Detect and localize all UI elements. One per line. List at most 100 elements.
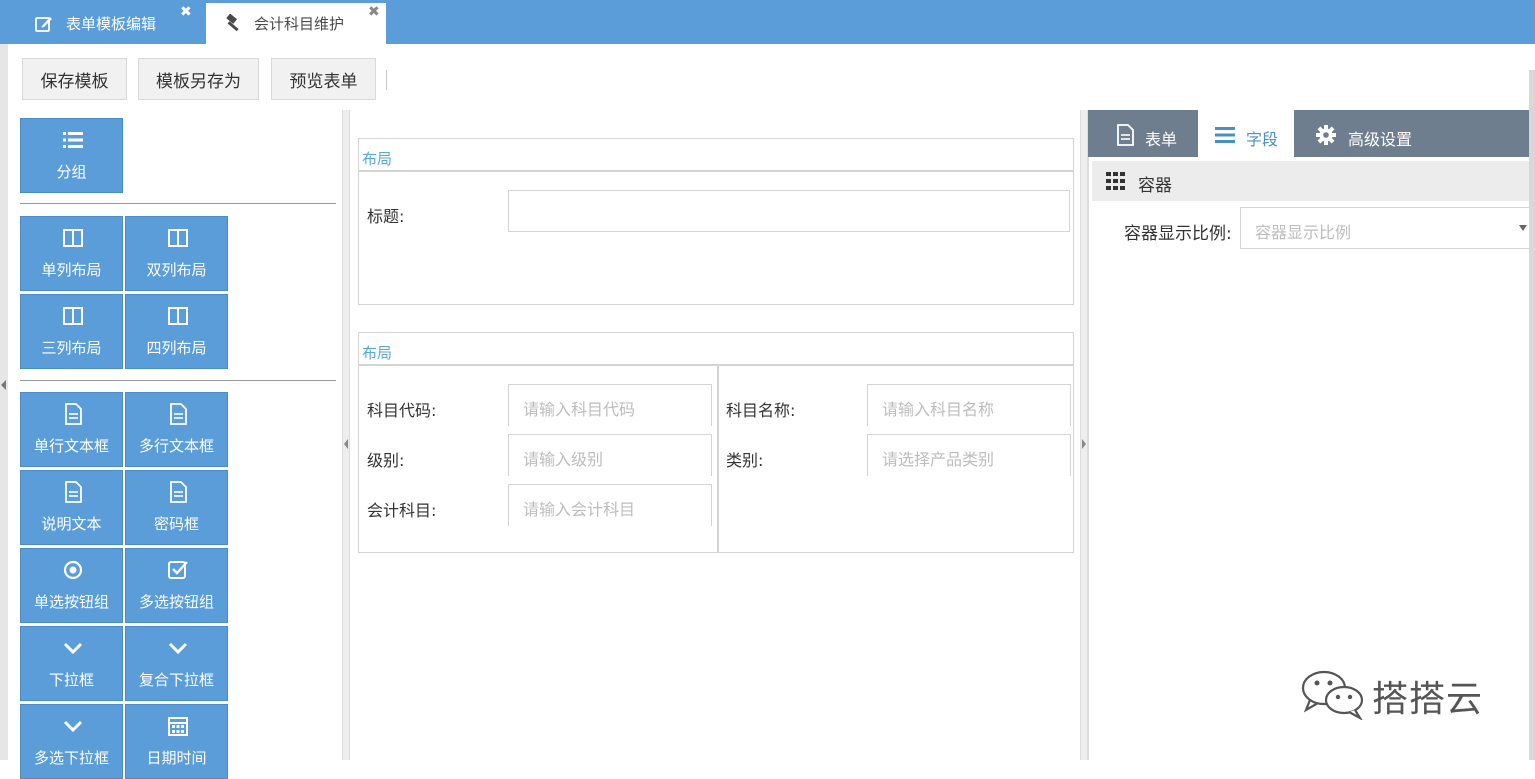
subject-name-input[interactable]: 请输入科目名称 (867, 384, 1071, 426)
calendar-icon (168, 717, 188, 736)
columns-icon (63, 229, 83, 247)
tab-bar: 表单模板编辑 ✖ 会计科目维护 ✖ (0, 0, 1535, 44)
container-section-header[interactable]: 容器 (1092, 161, 1529, 201)
th-grid-icon (1106, 172, 1125, 190)
container-ratio-placeholder: 容器显示比例 (1255, 223, 1352, 242)
tab-form-template-edit[interactable]: 表单模板编辑 ✖ (26, 3, 202, 44)
tab-label: 表单模板编辑 (66, 15, 157, 33)
tab-accounting-subject[interactable]: 会计科目维护 ✖ (206, 3, 386, 44)
save-template-button[interactable]: 保存模板 (22, 58, 127, 100)
palette-label: 双列布局 (146, 261, 207, 279)
title-field-label: 标题: (367, 207, 405, 226)
caret-left-icon (344, 439, 348, 449)
toolbar-divider (386, 70, 387, 90)
palette-single-line-textbox[interactable]: 单行文本框 (20, 392, 123, 467)
left-collapse-edge[interactable] (0, 44, 8, 760)
left-splitter[interactable] (342, 110, 350, 760)
tab-form[interactable]: 表单 (1088, 110, 1198, 157)
properties-tabs: 表单 字段 高级设置 (1088, 110, 1529, 157)
chevron-down-icon (63, 642, 83, 655)
palette-label: 日期时间 (146, 749, 207, 767)
palette-datetime[interactable]: 日期时间 (125, 704, 228, 779)
palette-dropdown[interactable]: 下拉框 (20, 626, 123, 701)
palette-label: 复合下拉框 (138, 671, 214, 689)
palette-two-column-layout[interactable]: 双列布局 (125, 216, 228, 291)
level-input[interactable]: 请输入级别 (508, 434, 712, 476)
chevron-down-icon (168, 642, 188, 655)
palette-label: 三列布局 (41, 339, 102, 357)
palette-label: 四列布局 (146, 339, 207, 357)
watermark-text: 搭搭云 (1372, 679, 1484, 720)
palette-label: 单选按钮组 (33, 593, 109, 611)
save-as-template-button[interactable]: 模板另存为 (138, 58, 259, 100)
accounting-subject-input[interactable]: 请输入会计科目 (508, 484, 712, 526)
palette-divider (20, 380, 336, 381)
file-text-icon (65, 403, 82, 425)
scrollbar[interactable] (1529, 70, 1535, 760)
layout-section-title[interactable]: 布局 (358, 138, 1074, 171)
edit-icon (35, 17, 52, 32)
accounting-subject-label: 会计科目: (367, 501, 437, 520)
level-label: 级别: (367, 451, 405, 470)
tab-label: 字段 (1246, 130, 1279, 149)
container-ratio-label: 容器显示比例: (1124, 224, 1232, 244)
file-text-icon (65, 481, 82, 503)
category-select[interactable]: 请选择产品类别 (867, 434, 1071, 476)
palette-checkbox-group[interactable]: 多选按钮组 (125, 548, 228, 623)
palette-description-text[interactable]: 说明文本 (20, 470, 123, 545)
tab-label: 会计科目维护 (254, 15, 345, 33)
palette-label: 多选按钮组 (138, 593, 214, 611)
caret-right-icon (1082, 439, 1086, 449)
palette-label: 单列布局 (41, 261, 102, 279)
container-ratio-select[interactable]: 容器显示比例 (1240, 207, 1529, 249)
palette-combo-dropdown[interactable]: 复合下拉框 (125, 626, 228, 701)
palette-label: 下拉框 (48, 671, 94, 689)
layout-section-title[interactable]: 布局 (358, 332, 1074, 365)
palette-four-column-layout[interactable]: 四列布局 (125, 294, 228, 369)
palette-three-column-layout[interactable]: 三列布局 (20, 294, 123, 369)
palette-password-field[interactable]: 密码框 (125, 470, 228, 545)
columns-icon (63, 307, 83, 325)
tab-label: 表单 (1145, 130, 1178, 149)
palette-label: 多选下拉框 (33, 749, 109, 767)
section-title: 容器 (1138, 176, 1172, 196)
gear-icon (1316, 125, 1336, 145)
subject-code-input[interactable]: 请输入科目代码 (508, 384, 712, 426)
close-icon[interactable]: ✖ (368, 4, 380, 20)
radio-icon (63, 560, 83, 580)
file-text-icon (170, 403, 187, 425)
caret-down-icon (1519, 225, 1527, 231)
columns-icon (168, 307, 188, 325)
palette-divider (20, 203, 336, 204)
close-icon[interactable]: ✖ (180, 4, 192, 20)
caret-left-icon (1, 380, 6, 390)
title-input[interactable] (508, 190, 1070, 232)
palette-multi-select-dropdown[interactable]: 多选下拉框 (20, 704, 123, 779)
gavel-icon (226, 14, 239, 32)
file-text-icon (170, 481, 187, 503)
file-text-icon (1117, 124, 1134, 146)
palette-radio-group[interactable]: 单选按钮组 (20, 548, 123, 623)
chevron-down-icon (63, 720, 83, 733)
columns-icon (168, 229, 188, 247)
tab-advanced-settings[interactable]: 高级设置 (1294, 110, 1434, 157)
palette-multi-line-textbox[interactable]: 多行文本框 (125, 392, 228, 467)
subject-code-label: 科目代码: (367, 401, 437, 420)
palette-group-button[interactable]: 分组 (20, 118, 123, 193)
checkbox-icon (168, 561, 188, 579)
subject-name-label: 科目名称: (726, 401, 796, 420)
watermark: 搭搭云 (1300, 668, 1500, 720)
tab-fields[interactable]: 字段 (1198, 110, 1294, 157)
tab-label: 高级设置 (1348, 130, 1413, 149)
palette-single-column-layout[interactable]: 单列布局 (20, 216, 123, 291)
palette-label: 分组 (56, 163, 87, 181)
palette-label: 说明文本 (41, 515, 102, 533)
right-splitter[interactable] (1080, 110, 1088, 760)
list-icon (63, 132, 83, 148)
wechat-logo-icon (1301, 670, 1364, 720)
preview-form-button[interactable]: 预览表单 (271, 58, 376, 100)
category-label: 类别: (726, 451, 764, 470)
bars-icon (1215, 127, 1235, 143)
palette-label: 多行文本框 (138, 437, 214, 455)
palette-label: 密码框 (153, 515, 199, 533)
